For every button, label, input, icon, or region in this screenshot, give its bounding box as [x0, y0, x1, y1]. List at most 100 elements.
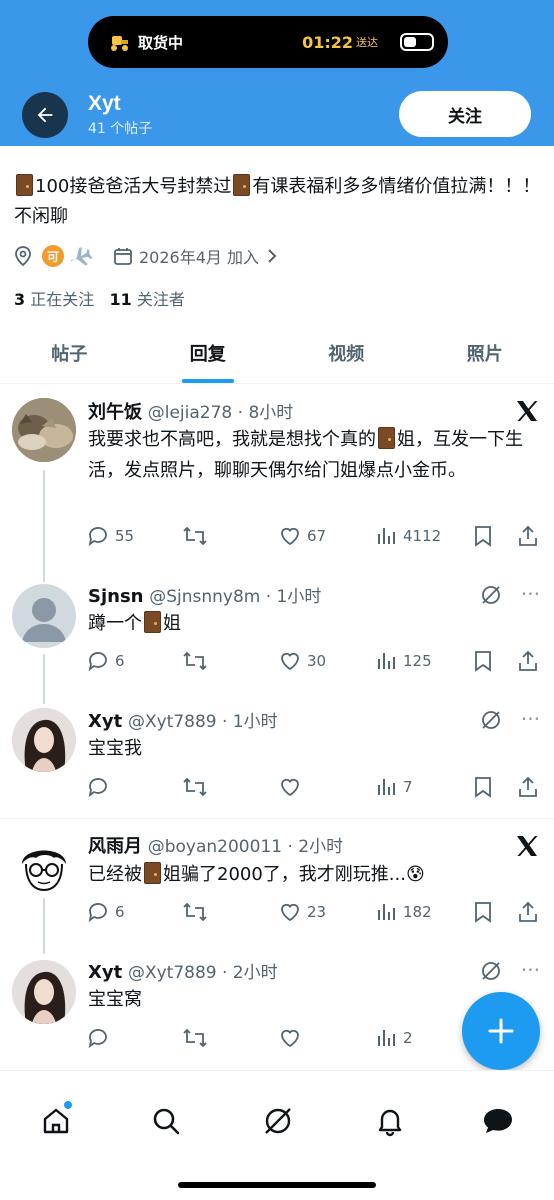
island-time: 01:22	[302, 32, 353, 52]
views-button[interactable]: 7	[376, 775, 413, 799]
like-button[interactable]	[278, 775, 307, 799]
chevron-right-icon[interactable]	[265, 248, 279, 264]
reply-button[interactable]	[86, 1026, 115, 1050]
post-author-name[interactable]: Xyt	[88, 711, 122, 732]
followers-count[interactable]: 11	[110, 290, 132, 309]
view-count: 4112	[403, 527, 442, 545]
follow-button[interactable]: 关注	[399, 91, 531, 137]
heart-icon	[281, 778, 299, 797]
avatar-xyt[interactable]	[12, 960, 76, 1024]
post-text: 宝宝窝	[88, 989, 142, 1010]
island-sub-label: 送达	[356, 36, 378, 49]
reply-button[interactable]: 6	[86, 649, 125, 673]
reply-icon	[88, 778, 107, 798]
nav-search[interactable]	[146, 1101, 186, 1141]
like-button[interactable]: 23	[278, 900, 326, 924]
repost-button[interactable]	[182, 649, 213, 673]
grok-icon[interactable]	[480, 584, 502, 606]
reply-button[interactable]: 6	[86, 900, 125, 924]
post-author-name[interactable]: Sjnsn	[88, 586, 143, 607]
views-button[interactable]: 4112	[376, 524, 441, 548]
tab-videos[interactable]: 视频	[277, 322, 416, 383]
x-logo-icon[interactable]	[514, 398, 540, 424]
post-author-name[interactable]: Xyt	[88, 962, 122, 983]
post-body: 已经被 姐骗了2000了，我才刚玩推...😰	[88, 859, 532, 890]
share-icon[interactable]	[516, 775, 540, 799]
back-button[interactable]	[22, 92, 68, 138]
avatar-default[interactable]	[12, 584, 76, 648]
heart-icon	[281, 652, 299, 671]
reply-icon	[88, 1029, 107, 1049]
tab-photos[interactable]: 照片	[416, 322, 554, 383]
avatar-xyt[interactable]	[12, 708, 76, 772]
thread-line	[43, 654, 45, 704]
compose-button[interactable]	[462, 992, 540, 1070]
repost-button[interactable]	[182, 524, 213, 548]
profile-bio: 100接爸爸活大号封禁过 有课表福利多多情绪价值拉满！！！ 不闲聊	[14, 172, 542, 232]
battery-icon	[400, 33, 434, 51]
view-count: 7	[403, 778, 413, 796]
bookmark-icon[interactable]	[472, 775, 494, 799]
more-options-icon[interactable]: ···	[521, 582, 540, 606]
repost-icon	[183, 777, 207, 797]
reply-icon	[88, 527, 107, 547]
views-button[interactable]: 182	[376, 900, 432, 924]
dynamic-island[interactable]: 取货中 01:22 送达	[88, 16, 448, 68]
plus-icon	[488, 1018, 514, 1044]
door-emoji-icon	[144, 862, 161, 884]
repost-button[interactable]	[182, 775, 213, 799]
post-actions: 55 67 4112	[86, 524, 542, 550]
nav-home[interactable]	[36, 1101, 76, 1141]
post-actions: 7	[86, 775, 542, 801]
share-icon[interactable]	[516, 524, 540, 548]
views-button[interactable]: 125	[376, 649, 432, 673]
avatar-cartoon[interactable]	[12, 834, 76, 898]
share-icon[interactable]	[516, 649, 540, 673]
nav-grok[interactable]	[258, 1101, 298, 1141]
bookmark-icon[interactable]	[472, 649, 494, 673]
bookmark-icon[interactable]	[472, 524, 494, 548]
followers-label[interactable]: 关注者	[137, 290, 185, 309]
grok-icon[interactable]	[480, 709, 502, 731]
repost-icon	[183, 902, 207, 922]
post-meta: @lejia278 · 8小时	[147, 403, 294, 423]
repost-button[interactable]	[182, 900, 213, 924]
post-text: 已经被	[88, 864, 142, 885]
home-icon	[43, 1108, 69, 1134]
grok-icon	[265, 1108, 291, 1134]
repost-button[interactable]	[182, 1026, 213, 1050]
reply-button[interactable]: 55	[86, 524, 134, 548]
airplane-icon	[70, 247, 93, 266]
reply-button[interactable]	[86, 775, 115, 799]
repost-icon	[183, 651, 207, 671]
cartoon-avatar-icon	[13, 835, 75, 897]
repost-icon	[183, 526, 207, 546]
post-meta: @Xyt7889 · 1小时	[127, 712, 278, 732]
post-actions: 6 30 125	[86, 649, 542, 675]
grok-icon[interactable]	[480, 960, 502, 982]
following-label[interactable]: 正在关注	[30, 290, 94, 309]
door-emoji-icon	[144, 611, 161, 633]
tab-posts[interactable]: 帖子	[0, 322, 139, 383]
profile-photo-avatar	[12, 960, 76, 1024]
following-count[interactable]: 3	[14, 290, 25, 309]
nav-messages[interactable]	[478, 1101, 518, 1141]
x-logo-icon[interactable]	[514, 833, 540, 859]
view-count: 2	[403, 1029, 413, 1047]
more-options-icon[interactable]: ···	[521, 958, 540, 982]
tab-replies[interactable]: 回复	[139, 322, 278, 383]
follow-stats: 3 正在关注 11 关注者	[14, 286, 185, 310]
bookmark-icon[interactable]	[472, 900, 494, 924]
cat-photo-avatar	[12, 398, 76, 462]
like-count: 67	[307, 527, 327, 545]
post-author-name[interactable]: 刘午饭	[88, 402, 142, 423]
like-button[interactable]	[278, 1026, 307, 1050]
more-options-icon[interactable]: ···	[521, 707, 540, 731]
share-icon[interactable]	[516, 900, 540, 924]
avatar-cat[interactable]	[12, 398, 76, 462]
views-button[interactable]: 2	[376, 1026, 413, 1050]
post-author-name[interactable]: 风雨月	[88, 836, 142, 857]
like-button[interactable]: 67	[278, 524, 326, 548]
like-button[interactable]: 30	[278, 649, 326, 673]
nav-notifications[interactable]	[370, 1101, 410, 1141]
